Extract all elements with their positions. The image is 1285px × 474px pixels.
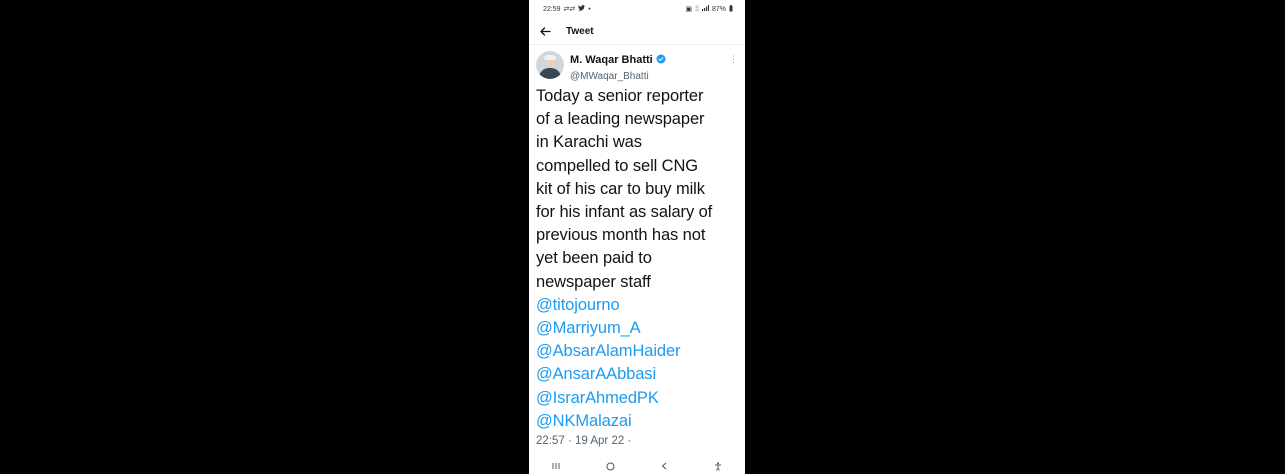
volte-icon: ⁞⁞ [695,5,699,13]
verified-badge-icon [656,51,666,69]
alarm-icon: ▣ [685,6,693,13]
tweet-line: Today a senior reporter [536,87,704,105]
recents-icon[interactable] [546,462,566,470]
status-bar: 22:59 ⇄⇄ • ▣ ⁞⁞ 87% [529,0,745,18]
system-nav-bar [529,458,745,474]
tweet-line: kit of his car to buy milk [536,179,705,198]
battery-icon [729,4,733,14]
mention-link[interactable]: @AnsarAAbbasi [536,363,739,386]
signal-icon [701,5,709,13]
chevron-left-icon[interactable] [654,462,674,470]
home-icon[interactable] [600,462,620,471]
status-left: 22:59 ⇄⇄ • [543,5,591,13]
app-bar-title: Tweet [566,25,594,37]
dot-icon: • [588,5,591,13]
mention-link[interactable]: @AbsarAlamHaider [536,340,739,363]
status-time: 22:59 [543,5,561,13]
author-display-name[interactable]: M. Waqar Bhatti [570,54,653,66]
author-handle[interactable]: @MWaqar_Bhatti [570,71,666,82]
tweet-line: newspaper staff [536,272,651,291]
mention-link[interactable]: @Marriyum_A [536,317,739,340]
tweet-author[interactable]: M. Waqar Bhatti @MWaqar_Bhatti ⋮ [529,45,745,82]
tweet-line: compelled to sell CNG [536,156,699,175]
avatar[interactable] [536,51,564,79]
accessibility-icon[interactable] [708,461,728,471]
mention-link[interactable]: @IsrarAhmedPK [536,387,739,410]
arrow-left-icon[interactable] [537,23,553,39]
twitter-notification-icon [578,5,586,13]
retweet-notification-icon: ⇄⇄ [563,6,576,13]
tweet-line: previous month has not [536,226,706,245]
tweet-line: for his infant as salary of [536,203,713,222]
more-vertical-icon[interactable]: ⋮ [729,55,738,64]
tweet-line: in Karachi was [536,133,642,152]
tweet-line: yet been paid to [536,249,652,268]
mention-link[interactable]: @NKMalazai [536,410,739,433]
tweet-text: Today a senior reporter of a leading new… [529,85,745,433]
display-name-row: M. Waqar Bhatti [570,51,666,69]
phone-screen: 22:59 ⇄⇄ • ▣ ⁞⁞ 87% Tweet M. Waqar Bhatt… [529,0,745,474]
tweet-line: of a leading newspaper [536,110,705,129]
battery-percent: 87% [711,5,726,13]
status-right: ▣ ⁞⁞ 87% [685,4,733,14]
app-bar: Tweet [529,18,745,45]
tweet-timestamp[interactable]: 22:57 · 19 Apr 22 · [529,435,745,447]
author-names: M. Waqar Bhatti @MWaqar_Bhatti [570,51,666,82]
mention-link[interactable]: @titojourno [536,294,739,317]
